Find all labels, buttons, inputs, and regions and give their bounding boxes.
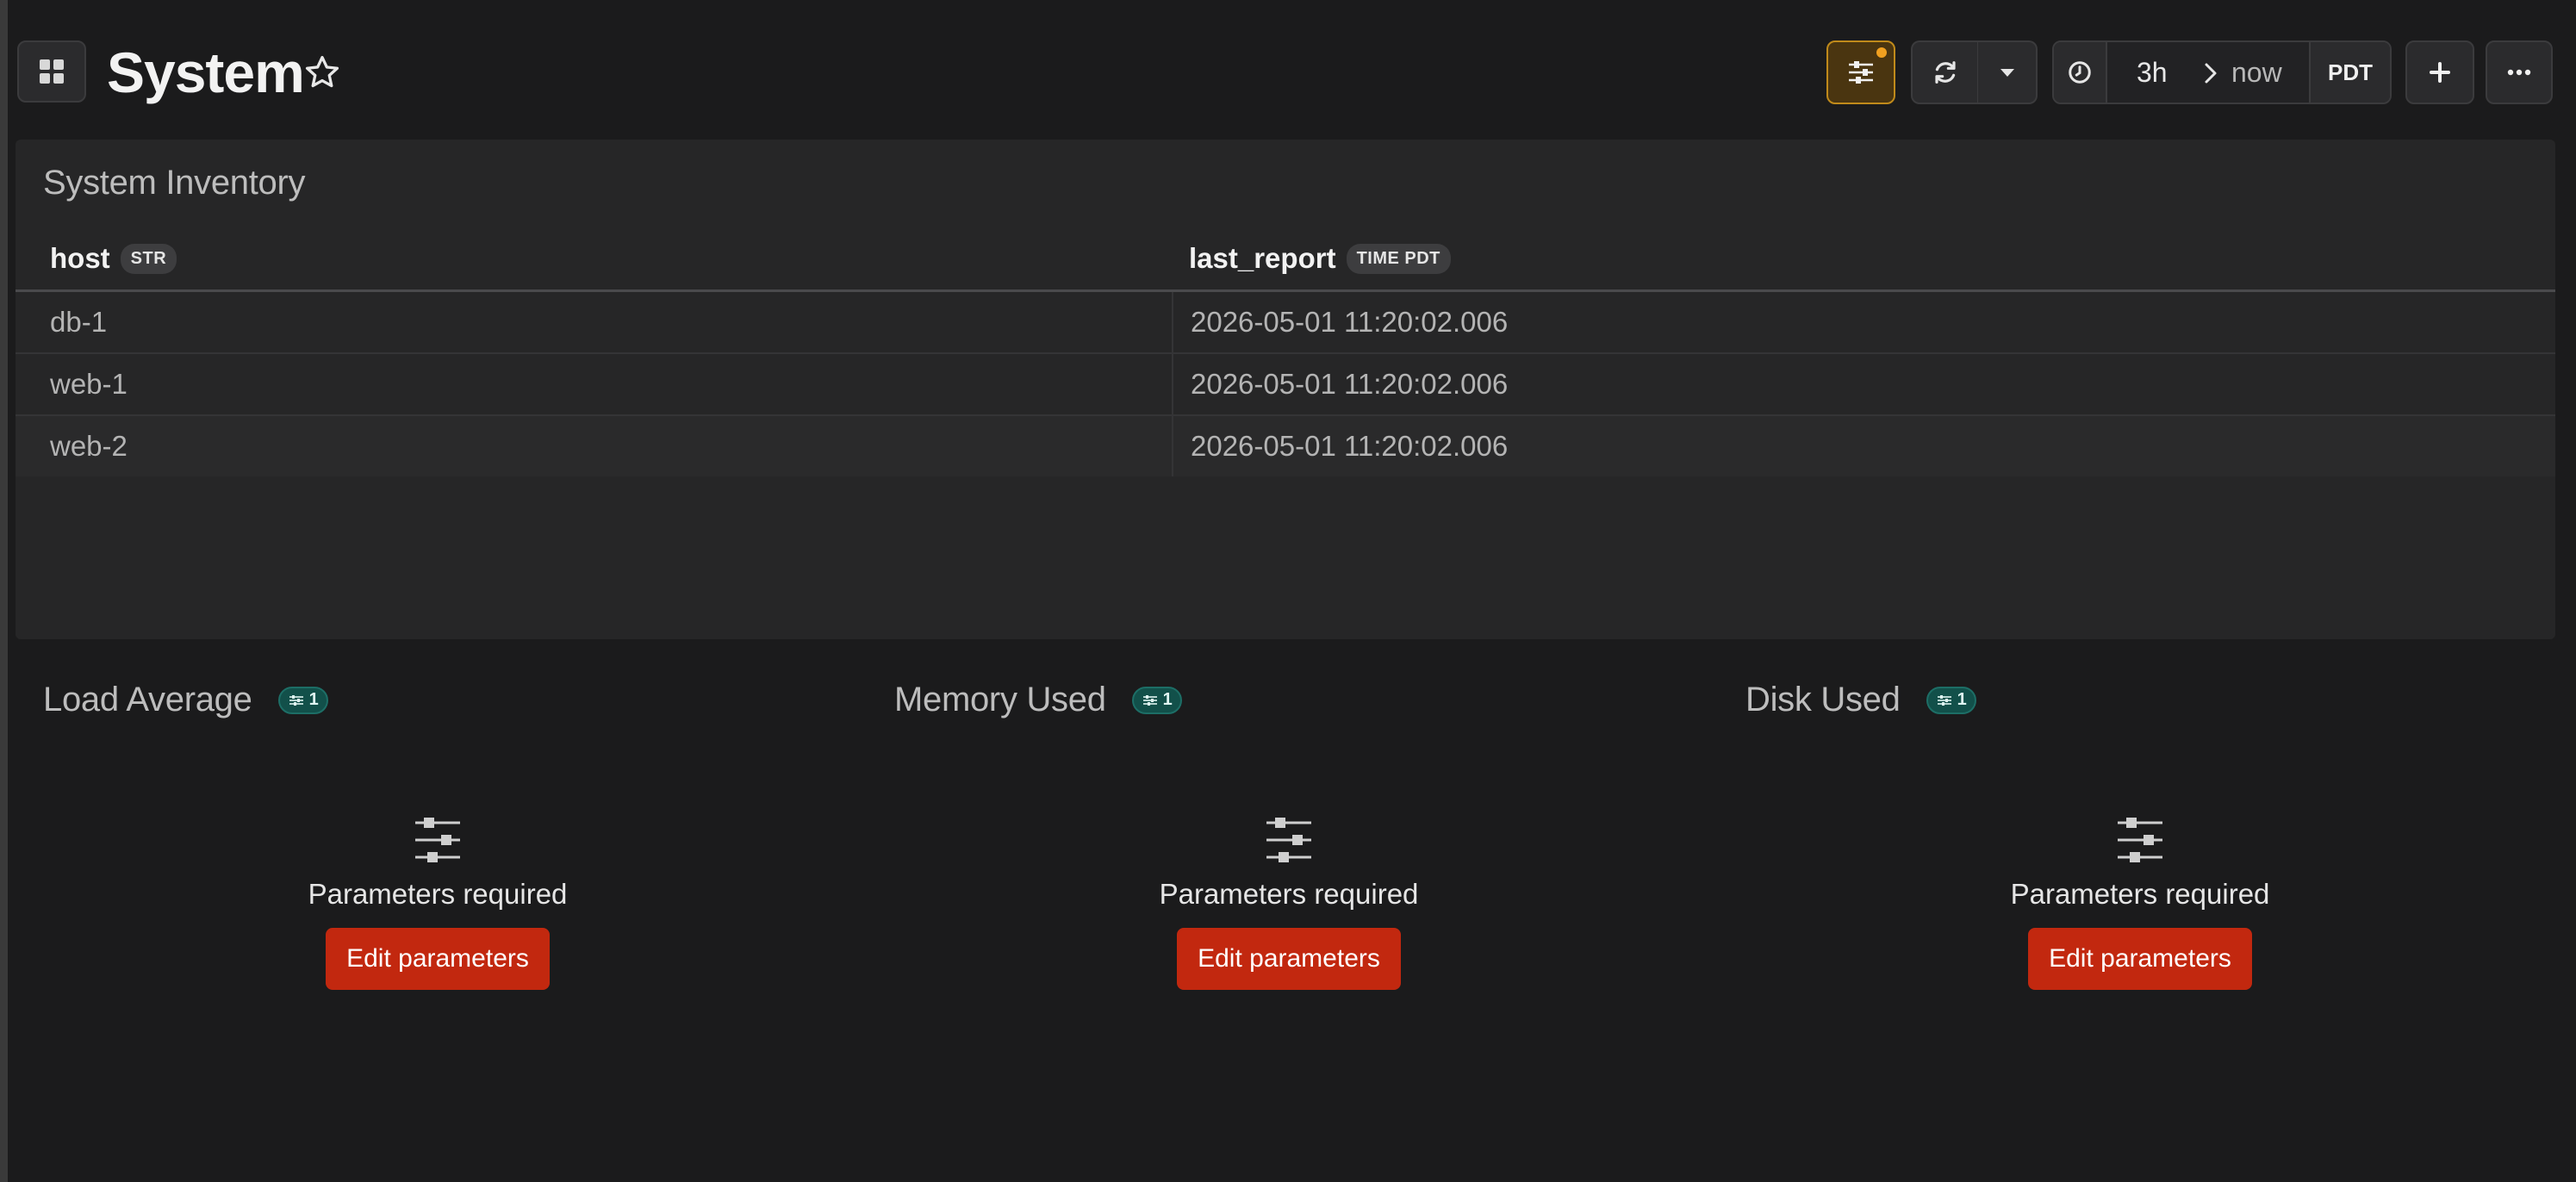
column-label: host	[50, 242, 110, 274]
refresh-button[interactable]	[1911, 40, 1978, 104]
empty-state-message: Parameters required	[308, 878, 568, 910]
column-header-host[interactable]: host STR	[50, 227, 177, 289]
table-row[interactable]: web-1 2026-05-01 11:20:02.006	[16, 354, 2555, 416]
panel-title: Load Average 1	[43, 681, 329, 719]
cell-last-report: 2026-05-01 11:20:02.006	[1191, 306, 1509, 338]
caret-down-icon	[2000, 69, 2014, 77]
edit-parameters-button[interactable]: Edit parameters	[2028, 928, 2252, 990]
add-panel-button[interactable]	[2405, 40, 2474, 104]
sliders-icon	[1266, 818, 1311, 862]
sliders-icon	[2118, 818, 2162, 862]
inventory-table: host STR last_report TIME PDT db-1 2026-…	[16, 227, 2555, 476]
load-average-panel: Load Average 1 Parameters required Edit …	[16, 665, 860, 1182]
plus-icon	[2430, 62, 2450, 83]
parameters-button[interactable]	[1826, 40, 1895, 104]
empty-state: Parameters required Edit parameters	[1718, 816, 2562, 990]
column-type-badge: STR	[120, 243, 177, 274]
sliders-icon	[415, 818, 460, 862]
dashboard-header: System 3h now PDT	[0, 0, 2576, 138]
time-range-end[interactable]: now	[2231, 42, 2282, 103]
clock-icon	[2069, 61, 2091, 84]
edit-parameters-button[interactable]: Edit parameters	[326, 928, 550, 990]
column-divider	[1172, 416, 1173, 476]
column-label: last_report	[1189, 242, 1336, 274]
cell-host: web-1	[50, 368, 128, 400]
sliders-icon	[289, 694, 303, 706]
table-row[interactable]: web-2 2026-05-01 11:20:02.006	[16, 416, 2555, 476]
time-range-picker[interactable]: 3h now PDT	[2052, 40, 2392, 104]
column-divider	[1172, 354, 1173, 414]
panel-title: System Inventory	[43, 164, 306, 202]
time-range-start[interactable]: 3h	[2137, 42, 2168, 103]
panel-title-text: Disk Used	[1745, 681, 1901, 719]
ellipsis-icon	[2507, 69, 2531, 76]
timezone-button[interactable]: PDT	[2309, 42, 2390, 103]
parameter-count: 1	[308, 690, 319, 709]
parameter-count-badge[interactable]: 1	[1926, 686, 1977, 714]
refresh-icon	[1934, 61, 1956, 84]
dashboards-menu-button[interactable]	[17, 40, 86, 103]
panel-title: Memory Used 1	[894, 681, 1183, 719]
disk-used-panel: Disk Used 1 Parameters required Edit par…	[1718, 665, 2562, 1182]
panel-title-text: Load Average	[43, 681, 252, 719]
memory-used-panel: Memory Used 1 Parameters required Edit p…	[867, 665, 1711, 1182]
notification-dot	[1876, 47, 1887, 58]
left-edge-strip	[0, 0, 8, 1182]
table-row[interactable]: db-1 2026-05-01 11:20:02.006	[16, 292, 2555, 354]
empty-state: Parameters required Edit parameters	[867, 816, 1711, 990]
empty-state-message: Parameters required	[1159, 878, 1419, 910]
empty-state: Parameters required Edit parameters	[16, 816, 860, 990]
chevron-right-icon	[2205, 63, 2217, 84]
system-inventory-panel: System Inventory host STR last_report TI…	[16, 140, 2555, 639]
column-divider	[1172, 292, 1173, 352]
column-type-badge: TIME PDT	[1346, 243, 1451, 274]
parameter-count: 1	[1957, 690, 1967, 709]
time-picker-button[interactable]	[2054, 42, 2107, 103]
column-header-last-report[interactable]: last_report TIME PDT	[1189, 227, 1451, 289]
table-header: host STR last_report TIME PDT	[16, 227, 2555, 292]
page-title: System	[107, 40, 305, 104]
empty-state-message: Parameters required	[2010, 878, 2270, 910]
grid-icon	[40, 59, 64, 84]
parameter-count: 1	[1162, 690, 1173, 709]
cell-last-report: 2026-05-01 11:20:02.006	[1191, 430, 1509, 462]
sliders-icon	[1937, 694, 1951, 706]
panel-title: Disk Used 1	[1745, 681, 1977, 719]
cell-last-report: 2026-05-01 11:20:02.006	[1191, 368, 1509, 400]
panel-title-text: Memory Used	[894, 681, 1106, 719]
sliders-icon	[1142, 694, 1157, 706]
parameter-count-badge[interactable]: 1	[277, 686, 329, 714]
cell-host: db-1	[50, 306, 108, 338]
parameter-count-badge[interactable]: 1	[1131, 686, 1183, 714]
star-icon[interactable]	[303, 53, 341, 91]
refresh-interval-dropdown[interactable]	[1977, 40, 2038, 104]
sliders-icon	[1849, 61, 1873, 84]
edit-parameters-button[interactable]: Edit parameters	[1177, 928, 1401, 990]
more-options-button[interactable]	[2486, 40, 2553, 104]
cell-host: web-2	[50, 430, 128, 462]
